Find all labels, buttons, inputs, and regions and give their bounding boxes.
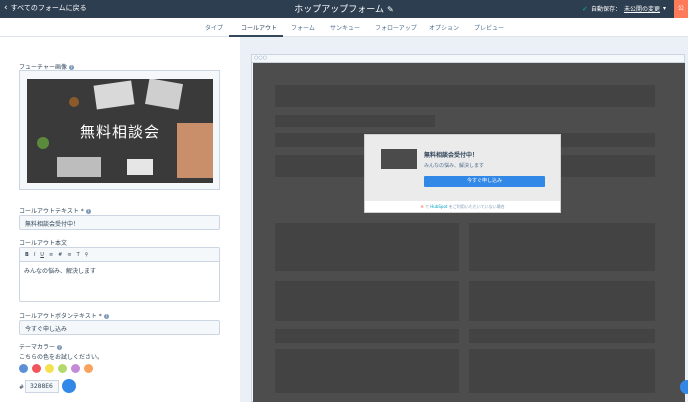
- popup-content: 無料相談会受付中！ みんなの悩み、解決します 今すぐ申し込み: [365, 135, 560, 201]
- top-header: ‹ すべてのフォームに戻る ホップアップフォーム ✎ ✓ 自動保存： 未公開の変更…: [0, 0, 688, 18]
- check-icon: ✓: [582, 4, 588, 13]
- more-icon[interactable]: ⚲: [85, 252, 89, 258]
- coffee-cup: [69, 97, 79, 107]
- autosave-label: 自動保存：: [590, 6, 621, 13]
- tab-callout[interactable]: コールアウト: [241, 23, 277, 32]
- laptop-right: [145, 79, 183, 110]
- tab-options[interactable]: オプション: [429, 23, 459, 32]
- modal-overlay: [253, 63, 685, 402]
- tab-follow-up[interactable]: フォローアップ: [375, 23, 417, 32]
- hex-color-input[interactable]: 3288E6: [25, 380, 59, 393]
- color-swatch[interactable]: [32, 364, 41, 373]
- keyboard: [57, 157, 101, 177]
- featured-image: 無料相談会: [27, 79, 213, 183]
- pencil-icon[interactable]: ✎: [387, 5, 394, 14]
- browser-dots: ○○○: [252, 55, 684, 63]
- color-swatch[interactable]: [19, 364, 28, 373]
- featured-image-text: 無料相談会: [79, 123, 160, 141]
- color-swatch[interactable]: [71, 364, 80, 373]
- unpublished-changes-link[interactable]: 未公開の変更: [624, 4, 660, 13]
- popup-cta-button[interactable]: 今すぐ申し込み: [424, 176, 545, 187]
- info-icon[interactable]: ?: [85, 209, 91, 214]
- hex-prefix: #: [19, 384, 25, 391]
- theme-color-label: テーマカラー?: [19, 342, 63, 351]
- color-swatch[interactable]: [45, 364, 54, 373]
- bold-icon[interactable]: B: [25, 252, 29, 258]
- align-icon[interactable]: ≡: [67, 252, 71, 258]
- publish-button[interactable]: 公: [674, 0, 688, 18]
- callout-text-input[interactable]: 無料相談会受付中！: [19, 215, 220, 230]
- button-text-label: コールアウトボタンテキスト *?: [19, 313, 109, 320]
- tab-bar: タイプ コールアウト フォーム サンキュー フォローアップ オプション プレビュ…: [0, 18, 688, 37]
- tab-preview[interactable]: プレビュー: [474, 23, 504, 32]
- info-icon[interactable]: ?: [103, 314, 109, 319]
- hubspot-link[interactable]: HubSpot: [430, 204, 447, 209]
- italic-icon[interactable]: I: [34, 252, 35, 258]
- list-icon[interactable]: ≡: [49, 252, 53, 258]
- color-swatch[interactable]: [84, 364, 93, 373]
- laptop-top: [93, 80, 135, 110]
- selected-color-preview[interactable]: [62, 379, 76, 393]
- help-chat-icon[interactable]: [680, 380, 688, 394]
- featured-image-selector[interactable]: 無料相談会: [19, 70, 220, 190]
- tab-thank-you[interactable]: サンキュー: [330, 23, 360, 32]
- theme-color-label-text: テーマカラー: [19, 344, 56, 351]
- numbered-list-icon[interactable]: #: [58, 252, 62, 258]
- clear-format-icon[interactable]: T: [77, 252, 80, 258]
- form-name[interactable]: ホップアップフォーム: [294, 5, 384, 15]
- tab-type[interactable]: タイプ: [205, 23, 223, 32]
- popup-body: みんなの悩み、解決します: [424, 163, 485, 169]
- callout-text-label: コールアウトテキスト *?: [19, 208, 91, 215]
- button-text-label-text: コールアウトボタンテキスト: [19, 313, 97, 320]
- notebook: [127, 159, 153, 175]
- rich-text-toolbar: B I U ≡ # ≡ T ⚲: [20, 248, 219, 262]
- popup-thumbnail: [381, 149, 417, 169]
- tab-form[interactable]: フォーム: [291, 23, 315, 32]
- button-text-input[interactable]: 今すぐ申し込み: [19, 320, 220, 335]
- popup-footer: ✻ で HubSpot をご利用いただいていない場合: [365, 204, 560, 210]
- color-swatches: [19, 364, 93, 373]
- underline-icon[interactable]: U: [40, 252, 44, 258]
- autosave-status: ✓ 自動保存： 未公開の変更 ▾: [582, 4, 666, 14]
- caret-down-icon[interactable]: ▾: [663, 5, 666, 12]
- color-swatch[interactable]: [58, 364, 67, 373]
- callout-body-label: コールアウト本文: [19, 240, 68, 247]
- browser-frame: ○○○: [251, 54, 685, 402]
- info-icon[interactable]: ?: [57, 345, 63, 350]
- footer-text-after: をご利用いただいていない場合: [448, 204, 505, 209]
- callout-text-label-text: コールアウトテキスト: [19, 208, 79, 215]
- theme-color-hint: こちらの色をお試しください。: [19, 354, 104, 361]
- callout-body-text[interactable]: みんなの悩み、解決します: [20, 262, 219, 279]
- hubspot-sprocket-icon: ✻: [420, 204, 424, 209]
- footer-text-before: で: [425, 204, 429, 209]
- popup-modal: 無料相談会受付中！ みんなの悩み、解決します 今すぐ申し込み ✻ で HubSp…: [364, 134, 561, 213]
- page-mockup: [253, 63, 685, 402]
- callout-body-editor[interactable]: B I U ≡ # ≡ T ⚲ みんなの悩み、解決します: [19, 247, 220, 302]
- popup-title: 無料相談会受付中！: [424, 152, 479, 159]
